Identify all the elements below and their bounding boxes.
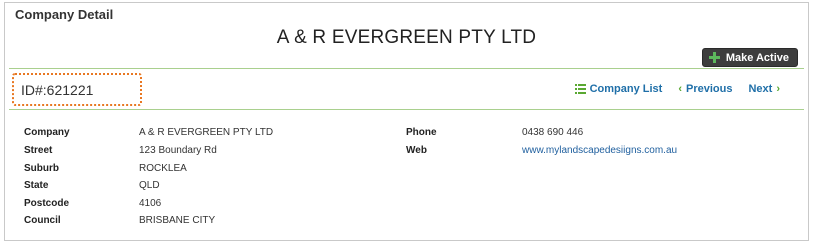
- detail-value: QLD: [139, 180, 160, 191]
- detail-label: Council: [24, 215, 61, 226]
- company-id-field: ID#:621221: [12, 73, 142, 106]
- detail-value: ROCKLEA: [139, 163, 187, 174]
- detail-label: State: [24, 180, 49, 191]
- detail-value: 123 Boundary Rd: [139, 145, 217, 156]
- panel-title: Company Detail: [15, 7, 114, 22]
- detail-value: A & R EVERGREEN PTY LTD: [139, 127, 274, 138]
- detail-label: Postcode: [24, 198, 70, 209]
- detail-label: Street: [24, 145, 53, 156]
- company-detail-panel: Company Detail A & R EVERGREEN PTY LTD M…: [4, 2, 809, 241]
- detail-label: Web: [406, 145, 427, 156]
- company-id-text: ID#:621221: [21, 81, 94, 98]
- detail-value: BRISBANE CITY: [139, 215, 216, 226]
- make-active-label: Make Active: [725, 51, 789, 64]
- detail-value: 4106: [139, 198, 162, 209]
- plus-icon: [708, 52, 720, 63]
- previous-label: Previous: [686, 83, 733, 95]
- next-label: Next: [748, 83, 773, 95]
- divider-top: [9, 68, 804, 69]
- company-name-heading: A & R EVERGREEN PTY LTD: [276, 27, 537, 48]
- divider-bottom: [9, 109, 804, 110]
- list-icon: [574, 84, 586, 94]
- detail-label: Company: [24, 127, 70, 138]
- phone-value: 0438 690 446: [522, 127, 584, 138]
- detail-label: Phone: [406, 127, 437, 138]
- next-link[interactable]: Next ›: [748, 83, 780, 95]
- make-active-button[interactable]: Make Active: [701, 48, 798, 67]
- chevron-left-icon: ‹: [678, 83, 683, 95]
- previous-link[interactable]: ‹ Previous: [678, 83, 732, 95]
- company-list-label: Company List: [589, 83, 663, 95]
- website-link[interactable]: www.mylandscapedesiigns.com.au: [522, 145, 677, 156]
- chevron-right-icon: ›: [776, 83, 780, 95]
- company-list-link[interactable]: Company List: [574, 83, 663, 95]
- record-navigation: Company List ‹ Previous Next ›: [574, 83, 780, 95]
- detail-label: Suburb: [24, 163, 59, 174]
